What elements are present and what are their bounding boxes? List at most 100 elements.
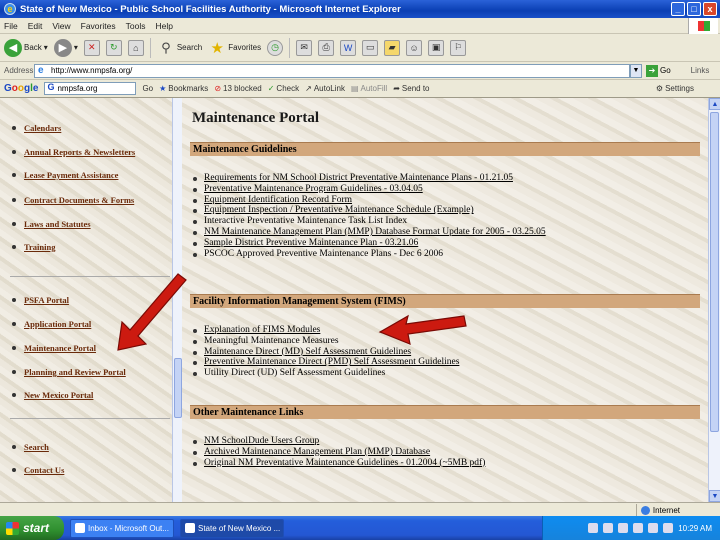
menu-bar: File Edit View Favorites Tools Help	[0, 18, 720, 34]
sidebar-frame: Calendars Annual Reports & Newsletters L…	[0, 98, 172, 502]
stop-icon[interactable]: ✕	[83, 39, 100, 56]
menu-edit[interactable]: Edit	[28, 21, 43, 31]
list-item[interactable]: Preventative Maintenance Program Guideli…	[193, 184, 546, 195]
mail-icon[interactable]: ✉	[296, 39, 313, 56]
autofill-button[interactable]: ▤ AutoFill	[351, 84, 387, 93]
sidebar-item-contact[interactable]: Contact Us	[11, 465, 64, 475]
settings-button[interactable]: ⚙ Settings	[656, 84, 694, 93]
taskbar: start Inbox - Microsoft Out... State of …	[0, 516, 720, 540]
sidebar-scroll-thumb[interactable]	[174, 358, 182, 418]
send-to-button[interactable]: ➦ Send to	[393, 84, 429, 93]
sidebar-item-new-mexico-portal[interactable]: New Mexico Portal	[11, 390, 93, 400]
tray-icon[interactable]	[588, 523, 599, 533]
google-go-button[interactable]: Go	[142, 84, 153, 93]
close-button[interactable]: x	[703, 2, 717, 16]
menu-help[interactable]: Help	[155, 21, 172, 31]
list-item[interactable]: PSCOC Approved Preventive Maintenance Pl…	[193, 249, 546, 260]
list-item[interactable]: Equipment Inspection / Preventative Main…	[193, 205, 546, 216]
sidebar-item-training[interactable]: Training	[12, 242, 56, 252]
edit-icon[interactable]: W	[340, 39, 357, 56]
ie-logo-icon: e	[4, 3, 16, 15]
list-item[interactable]: Equipment Identification Record Form	[193, 195, 546, 206]
windows-logo-icon	[688, 18, 718, 34]
sidebar-item-lease-payment[interactable]: Lease Payment Assistance	[11, 170, 118, 180]
forward-button[interactable]: ▶ ▾	[53, 38, 78, 57]
sidebar-item-planning-portal[interactable]: Planning and Review Portal	[12, 367, 126, 377]
sidebar-item-search[interactable]: Search	[12, 442, 49, 452]
sidebar-item-laws[interactable]: Laws and Statutes	[12, 219, 91, 229]
section-header-fims: Facility Information Management System (…	[190, 294, 700, 308]
home-icon[interactable]: ⌂	[127, 39, 144, 56]
forward-arrow-icon: ▶	[53, 38, 72, 57]
go-button[interactable]: ➔ Go	[646, 64, 671, 77]
list-item[interactable]: NM Maintenance Management Plan (MMP) Dat…	[193, 227, 546, 238]
menu-tools[interactable]: Tools	[126, 21, 146, 31]
list-item[interactable]: NM SchoolDude Users Group	[192, 436, 485, 447]
search-icon: ⚲	[161, 39, 171, 55]
bookmarks-button[interactable]: ★ Bookmarks	[159, 84, 208, 93]
main-scroll-thumb[interactable]	[710, 112, 719, 432]
menu-favorites[interactable]: Favorites	[81, 21, 116, 31]
tray-icon[interactable]	[603, 523, 614, 533]
google-go-label: Go	[142, 84, 154, 93]
standard-toolbar: ◀ Back ▾ ▶ ▾ ✕ ↻ ⌂ ⚲ Search ★ Favorites …	[0, 34, 720, 62]
star-icon: ★	[210, 39, 224, 57]
autofill-label: AutoFill	[360, 84, 388, 93]
folder-icon[interactable]: ▰	[384, 39, 401, 56]
bookmark-icon[interactable]: ⚐	[450, 39, 467, 56]
history-icon[interactable]: ◷	[267, 39, 284, 56]
toolbar-divider	[149, 37, 151, 58]
list-item: Utility Direct (UD) Self Assessment Guid…	[192, 368, 459, 379]
list-item[interactable]: Explanation of FIMS Modules	[192, 325, 459, 336]
taskbar-item-ie[interactable]: State of New Mexico ...	[180, 518, 284, 538]
taskbar-item-outlook[interactable]: Inbox - Microsoft Out...	[70, 518, 174, 538]
search-label: Search	[176, 43, 203, 52]
start-button[interactable]: start	[0, 516, 64, 540]
discuss-icon[interactable]: ▭	[362, 39, 379, 56]
list-item[interactable]: Archived Maintenance Management Plan (MM…	[192, 447, 485, 458]
sidebar-item-psfa-portal[interactable]: PSFA Portal	[12, 295, 69, 305]
sidebar-scrollbar[interactable]	[172, 98, 182, 502]
menu-view[interactable]: View	[52, 21, 70, 31]
maximize-button[interactable]: □	[687, 2, 701, 16]
minimize-button[interactable]: _	[671, 2, 685, 16]
google-logo: Google	[4, 83, 39, 94]
sidebar-item-maintenance-portal[interactable]: Maintenance Portal	[12, 343, 96, 353]
research-icon[interactable]: ▣	[428, 39, 445, 56]
address-input[interactable]: http://www.nmpsfa.org/	[34, 63, 630, 78]
links-button[interactable]: Links	[691, 66, 710, 75]
messenger-icon[interactable]: ☺	[406, 39, 423, 56]
tray-icon[interactable]	[618, 523, 629, 533]
popup-blocker-button[interactable]: ⊘ 13 blocked	[214, 84, 261, 93]
send-icon: ➦	[393, 84, 400, 93]
tray-icon[interactable]	[633, 523, 644, 533]
main-scrollbar[interactable]: ▲ ▼	[708, 98, 720, 502]
tray-icon[interactable]	[663, 523, 674, 533]
spell-check-button[interactable]: ✓ Check	[268, 84, 299, 93]
list-item[interactable]: Maintenance Direct (MD) Self Assessment …	[192, 347, 459, 358]
sidebar-item-calendars[interactable]: Calendars	[11, 123, 61, 133]
list-item[interactable]: Requirements for NM School District Prev…	[193, 173, 546, 184]
print-icon[interactable]: ⎙	[318, 39, 335, 56]
sidebar-item-annual-reports[interactable]: Annual Reports & Newsletters	[11, 147, 135, 157]
sidebar-item-contract-documents[interactable]: Contract Documents & Forms	[11, 195, 134, 205]
tray-icon[interactable]	[648, 523, 659, 533]
menu-file[interactable]: File	[4, 21, 18, 31]
sidebar-item-application-portal[interactable]: Application Portal	[11, 319, 91, 329]
list-item[interactable]: Sample District Preventive Maintenance P…	[193, 238, 546, 249]
google-toolbar: Google nmpsfa.org Go ★Bookmarks ⊘13 bloc…	[0, 80, 720, 98]
scroll-down-icon[interactable]: ▼	[709, 490, 720, 502]
favorites-button[interactable]: ★ Favorites	[208, 39, 261, 57]
window-title-bar[interactable]: e State of New Mexico - Public School Fa…	[0, 0, 720, 18]
google-search-input[interactable]: nmpsfa.org	[44, 82, 137, 95]
address-dropdown-icon[interactable]: ▼	[630, 63, 642, 78]
back-button[interactable]: ◀ Back ▾	[4, 38, 48, 57]
list-item[interactable]: Original NM Preventative Maintenance Gui…	[192, 458, 485, 469]
refresh-icon[interactable]: ↻	[105, 39, 122, 56]
scroll-up-icon[interactable]: ▲	[709, 98, 720, 110]
list-item[interactable]: Preventive Maintenance Direct (PMD) Self…	[192, 357, 459, 368]
autolink-button[interactable]: ↗ AutoLink	[305, 84, 345, 93]
clock[interactable]: 10:29 AM	[678, 524, 712, 533]
go-label: Go	[660, 66, 671, 75]
search-button[interactable]: ⚲ Search	[157, 39, 202, 57]
